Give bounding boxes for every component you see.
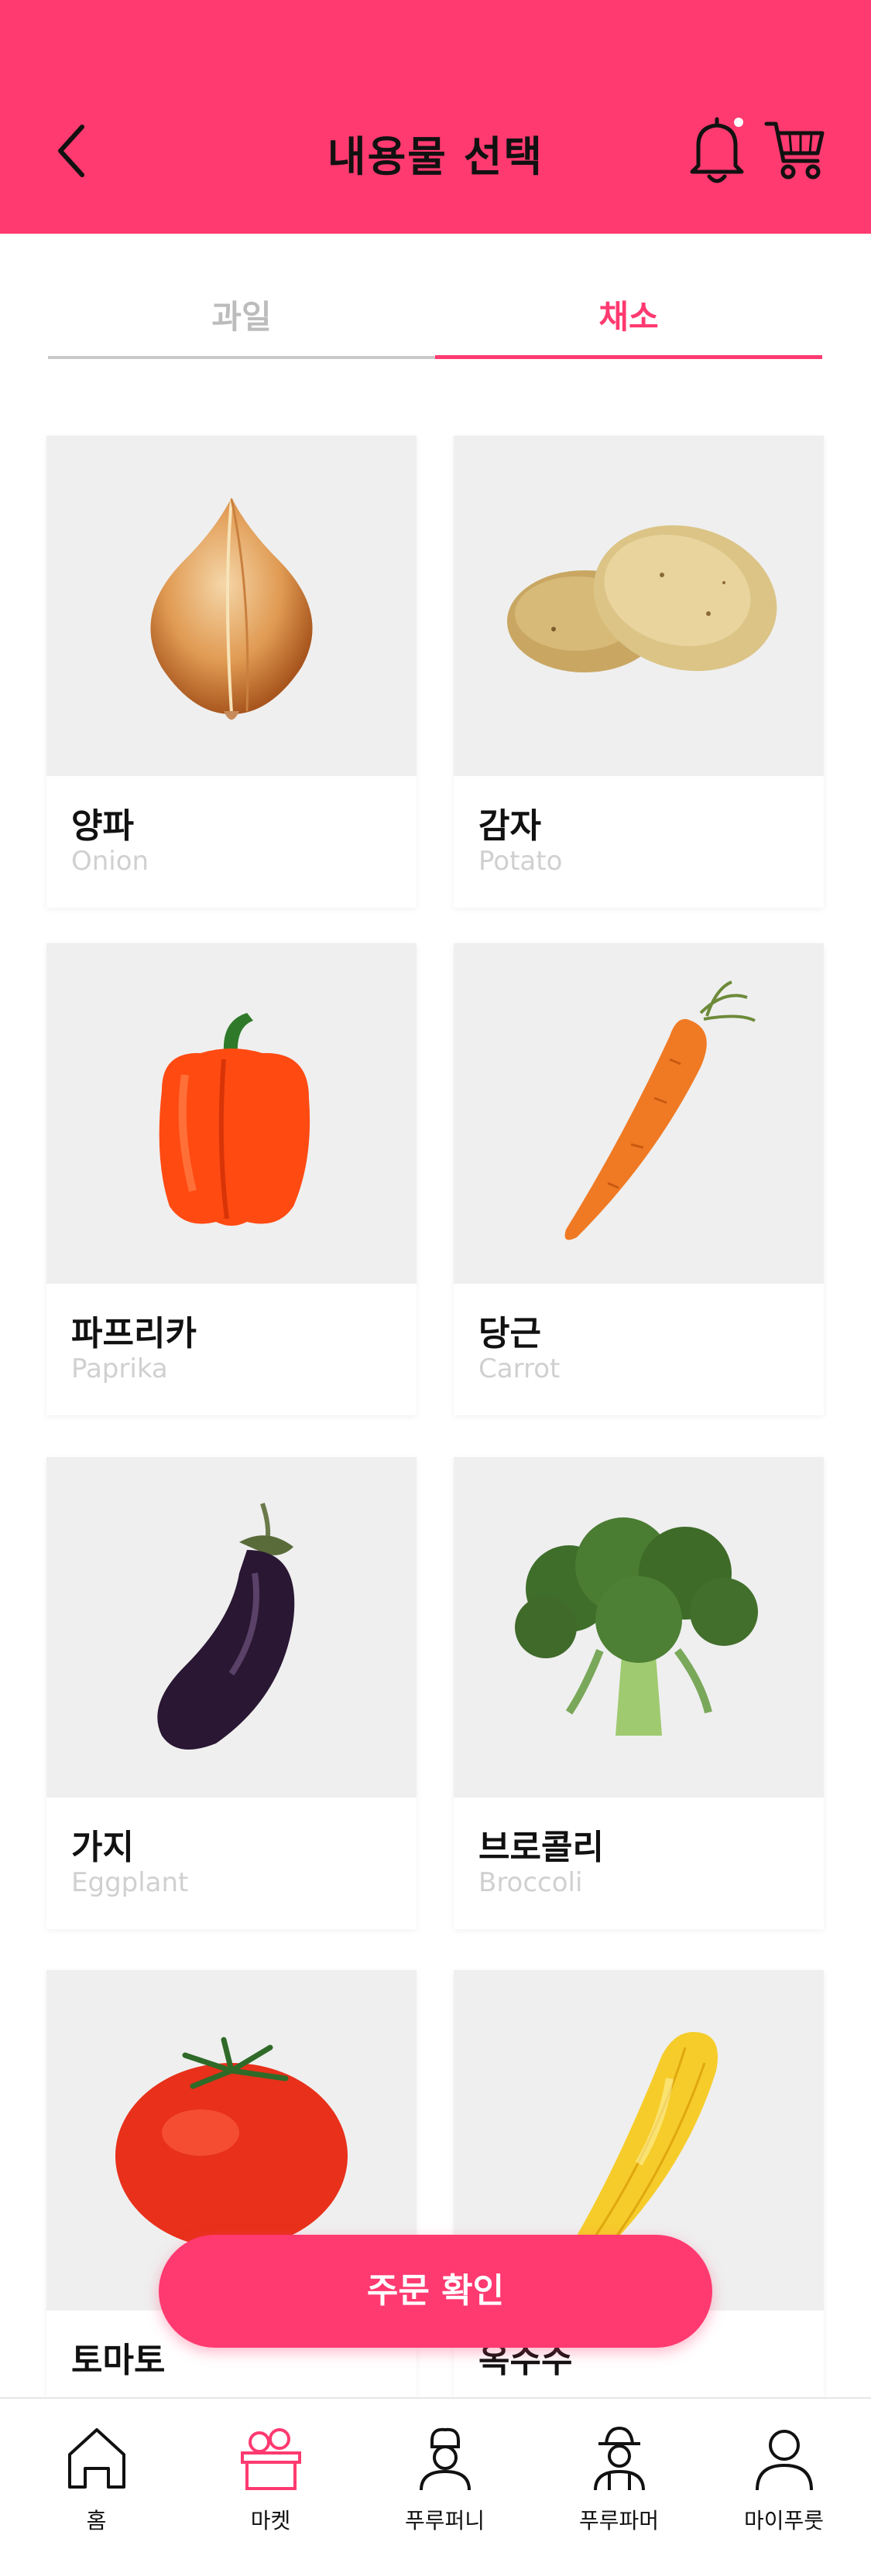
nav-label: 푸루퍼니 [404, 2508, 485, 2533]
product-name: 가지 [71, 1828, 134, 1867]
farmer-icon [593, 2426, 645, 2491]
tab-fruit[interactable]: 과일 [48, 294, 435, 359]
nav-label: 푸루파머 [578, 2508, 660, 2533]
app-header: 내용물 선택 [0, 0, 871, 234]
nav-label: 마켓 [250, 2508, 291, 2533]
product-name: 감자 [478, 806, 541, 846]
bell-icon [690, 117, 744, 183]
nav-item-home[interactable]: 홈 [9, 2416, 183, 2555]
profile-icon [755, 2430, 813, 2491]
nav-item-chef[interactable]: 푸루퍼니 [358, 2416, 532, 2555]
product-card-onion[interactable]: 양파 Onion [46, 436, 417, 908]
carrot-image [454, 943, 824, 1284]
product-name: 파프리카 [71, 1314, 197, 1353]
product-name: 당근 [478, 1314, 541, 1353]
paprika-image [46, 943, 417, 1284]
eggplant-image [46, 1457, 417, 1798]
nav-item-farmer[interactable]: 푸루파머 [532, 2416, 706, 2555]
product-card-potato[interactable]: 감자 Potato [454, 436, 824, 908]
product-name-english: Broccoli [478, 1867, 583, 1898]
product-card-paprika[interactable]: 파프리카 Paprika [46, 943, 417, 1415]
product-name-english: Onion [71, 846, 149, 877]
market-icon [240, 2428, 301, 2490]
nav-item-market[interactable]: 마켓 [183, 2416, 358, 2555]
product-name-english: Potato [478, 846, 563, 877]
broccoli-image [454, 1457, 824, 1798]
chef-icon [419, 2427, 471, 2491]
nav-label: 마이푸룻 [743, 2508, 825, 2533]
product-card-eggplant[interactable]: 가지 Eggplant [46, 1457, 417, 1929]
product-name-english: Eggplant [71, 1867, 189, 1898]
product-card-carrot[interactable]: 당근 Carrot [454, 943, 824, 1415]
product-name: 브로콜리 [478, 1828, 604, 1867]
product-name: 양파 [71, 806, 134, 846]
onion-image [46, 436, 417, 776]
home-icon [67, 2428, 125, 2489]
potato-image [454, 436, 824, 776]
tab-vegetable[interactable]: 채소 [435, 294, 822, 359]
product-card-broccoli[interactable]: 브로콜리 Broccoli [454, 1457, 824, 1929]
notification-button[interactable] [688, 115, 746, 186]
category-tabs: 과일 채소 [48, 294, 822, 359]
product-name: 토마토 [71, 2341, 166, 2380]
nav-label: 홈 [86, 2508, 107, 2533]
bottom-nav: 홈 마켓 푸루퍼니 푸루파머 마이푸룻 [0, 2397, 871, 2576]
cart-icon [764, 121, 825, 180]
product-name-english: Paprika [71, 1353, 168, 1384]
product-name-english: Carrot [478, 1353, 561, 1384]
order-confirm-button[interactable]: 주문 확인 [159, 2235, 712, 2348]
nav-item-profile[interactable]: 마이푸룻 [697, 2416, 871, 2555]
cart-button[interactable] [763, 118, 825, 181]
